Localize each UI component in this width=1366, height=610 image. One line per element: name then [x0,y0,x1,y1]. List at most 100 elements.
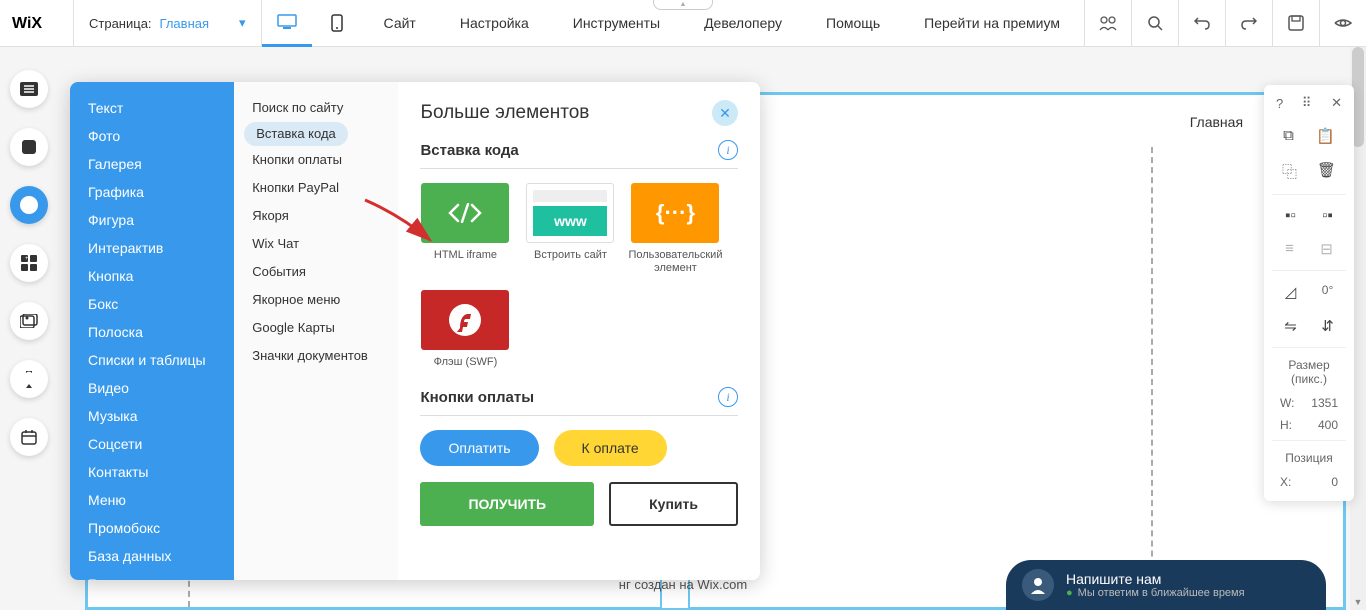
align-left-icon[interactable]: ≡ [1285,240,1294,258]
category-item[interactable]: Списки и таблицы [70,346,234,374]
category-item[interactable]: Музыка [70,402,234,430]
left-rail: + [10,70,48,456]
add-panel: ТекстФотоГалереяГрафикаФигураИнтерактивК… [70,82,760,580]
copy-icon[interactable]: ⧉ [1283,127,1294,145]
delete-icon[interactable]: 🗑 [1317,161,1336,182]
subcategory-item[interactable]: Якорное меню [234,286,398,314]
tile-html-iframe[interactable]: HTML iframe [420,183,510,275]
scroll-down-icon[interactable]: ▼ [1350,594,1366,610]
subcategory-item[interactable]: Якоря [234,202,398,230]
nav-premium[interactable]: Перейти на премиум [902,0,1082,47]
toolbar-right [1084,0,1366,47]
pay-button-green[interactable]: ПОЛУЧИТЬ [420,482,594,526]
category-item[interactable]: Галерея [70,150,234,178]
device-switcher [262,0,362,47]
properties-panel: ? ⠿ ✕ ⧉ 📋 ⿻ 🗑 ▪▫ ▫▪ ≡ ⊟ ◿ 0° ⇋ ⇵ Размер … [1264,85,1354,501]
category-item[interactable]: Блог [70,570,234,580]
nav-help[interactable]: Помощь [804,0,902,47]
category-item[interactable]: Кнопка [70,262,234,290]
page-label: Страница: [89,16,152,31]
desktop-icon[interactable] [262,0,312,47]
tile-flash[interactable]: Флэш (SWF) [420,290,510,369]
category-item[interactable]: Меню [70,486,234,514]
subcategory-item[interactable]: Google Карты [234,314,398,342]
menu-rail-icon[interactable] [10,70,48,108]
position-label: Позиция [1272,445,1346,471]
bring-forward-icon[interactable]: ▪▫ [1285,207,1296,224]
rotate-value: 0° [1322,283,1333,301]
category-item[interactable]: Текст [70,94,234,122]
category-item[interactable]: Соцсети [70,430,234,458]
page-selector[interactable]: Страница: Главная ▾ [74,0,262,47]
media-rail-icon[interactable] [10,302,48,340]
category-column: ТекстФотоГалереяГрафикаФигураИнтерактивК… [70,82,234,580]
top-handle[interactable] [653,0,713,10]
top-bar: WiX Страница: Главная ▾ Сайт Настройка И… [0,0,1366,47]
category-item[interactable]: Бокс [70,290,234,318]
category-item[interactable]: Графика [70,178,234,206]
content-column: Больше элементов ✕ Вставка кода i HTML i… [398,82,760,580]
align-center-icon[interactable]: ⊟ [1320,240,1333,258]
collaborate-icon[interactable] [1084,0,1131,47]
subcategory-item[interactable]: Wix Чат [234,230,398,258]
info-icon[interactable]: i [718,140,738,160]
tile-embed-site[interactable]: www Встроить сайт [525,183,615,275]
category-item[interactable]: Полоска [70,318,234,346]
category-item[interactable]: Интерактив [70,234,234,262]
avatar-icon [1022,569,1054,601]
category-item[interactable]: Фигура [70,206,234,234]
section-title-payment: Кнопки оплаты [420,389,534,406]
pay-button-blue[interactable]: Оплатить [420,430,538,466]
drag-handle-icon[interactable]: ⠿ [1302,95,1313,111]
tile-custom-element[interactable]: {···} Пользовательский элемент [630,183,720,275]
redo-icon[interactable] [1225,0,1272,47]
info-icon[interactable]: i [718,387,738,407]
bookings-rail-icon[interactable] [10,418,48,456]
subcategory-item[interactable]: Вставка кода [244,122,348,146]
subcategory-item[interactable]: Кнопки оплаты [234,146,398,174]
site-nav-home[interactable]: Главная [1190,114,1243,130]
nav-site[interactable]: Сайт [362,0,438,47]
top-nav: Сайт Настройка Инструменты Девелоперу По… [362,0,1084,47]
subcategory-item[interactable]: Поиск по сайту [234,94,398,122]
category-item[interactable]: Контакты [70,458,234,486]
pay-button-white[interactable]: Купить [609,482,738,526]
save-icon[interactable] [1272,0,1319,47]
nav-settings[interactable]: Настройка [438,0,551,47]
background-rail-icon[interactable] [10,128,48,166]
close-icon[interactable]: ✕ [712,100,738,126]
size-label: Размер (пикс.) [1272,352,1346,392]
search-icon[interactable] [1131,0,1178,47]
subcategory-item[interactable]: События [234,258,398,286]
category-item[interactable]: Фото [70,122,234,150]
flip-h-icon[interactable]: ⇋ [1284,317,1297,335]
duplicate-icon[interactable]: ⿻ [1282,161,1297,182]
chat-subtitle: Мы ответим в ближайшее время [1066,587,1245,599]
apps-rail-icon[interactable]: + [10,244,48,282]
help-icon[interactable]: ? [1276,96,1283,111]
pay-button-yellow[interactable]: К оплате [554,430,667,466]
subcategory-item[interactable]: Кнопки PayPal [234,174,398,202]
mobile-icon[interactable] [312,0,362,47]
category-item[interactable]: Видео [70,374,234,402]
chat-title: Напишите нам [1066,571,1245,587]
flip-v-icon[interactable]: ⇵ [1321,317,1334,335]
blog-rail-icon[interactable] [10,360,48,398]
add-rail-icon[interactable] [10,186,48,224]
width-value[interactable]: 1351 [1311,396,1338,410]
guide-right [1151,147,1153,607]
paste-icon[interactable]: 📋 [1316,127,1335,145]
height-value[interactable]: 400 [1318,418,1338,432]
rotate-icon[interactable]: ◿ [1285,283,1297,301]
wix-logo[interactable]: WiX [0,0,74,47]
preview-icon[interactable] [1319,0,1366,47]
subcategory-item[interactable]: Значки документов [234,342,398,370]
current-page: Главная [160,16,209,31]
x-value[interactable]: 0 [1331,475,1338,489]
close-icon[interactable]: ✕ [1331,95,1342,111]
send-backward-icon[interactable]: ▫▪ [1322,207,1333,224]
category-item[interactable]: База данных [70,542,234,570]
undo-icon[interactable] [1178,0,1225,47]
chat-widget[interactable]: Напишите нам Мы ответим в ближайшее врем… [1006,560,1326,610]
category-item[interactable]: Промобокс [70,514,234,542]
